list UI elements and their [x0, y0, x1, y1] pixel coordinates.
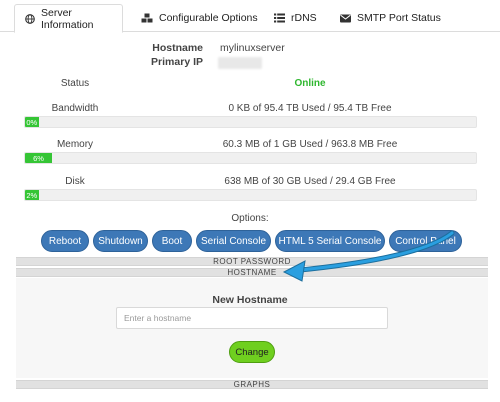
shutdown-button[interactable]: Shutdown [93, 230, 148, 252]
tab-label: SMTP Port Status [357, 12, 441, 24]
disk-progress-fill: 2% [25, 190, 39, 200]
memory-label: Memory [56, 139, 94, 150]
bandwidth-usage-text: 0 KB of 95.4 TB Used / 95.4 TB Free [228, 103, 392, 114]
new-hostname-label: New Hostname [212, 294, 288, 306]
tab-label: Server Information [41, 6, 94, 31]
globe-icon [25, 13, 35, 24]
tab-label: rDNS [291, 12, 317, 24]
disk-percent: 2% [26, 190, 38, 200]
disk-progress-bar: 2% [24, 189, 477, 201]
section-hostname[interactable]: HOSTNAME [16, 268, 488, 277]
control-panel-button[interactable]: Control Panel [389, 230, 462, 252]
memory-percent: 6% [33, 153, 44, 163]
tab-configurable-options[interactable]: Configurable Options [131, 4, 268, 32]
tab-smtp-port-status[interactable]: SMTP Port Status [330, 4, 451, 32]
options-title: Options: [231, 213, 269, 224]
status-value: Online [294, 78, 326, 89]
disk-usage-text: 638 MB of 30 GB Used / 29.4 GB Free [224, 176, 396, 187]
bandwidth-progress-bar: 0% [24, 116, 477, 128]
bandwidth-progress-fill: 0% [25, 117, 39, 127]
serial-console-button[interactable]: Serial Console [196, 230, 271, 252]
status-label: Status [60, 78, 90, 89]
tab-rdns[interactable]: rDNS [264, 4, 327, 32]
list-icon [274, 13, 285, 23]
disk-label: Disk [65, 176, 85, 187]
tab-server-information[interactable]: Server Information [14, 4, 123, 33]
memory-progress-bar: 6% [24, 152, 477, 164]
reboot-button[interactable]: Reboot [41, 230, 89, 252]
bandwidth-label: Bandwidth [51, 103, 99, 114]
memory-progress-fill: 6% [25, 153, 53, 163]
primary-ip-value-redacted [218, 57, 262, 69]
change-hostname-button[interactable]: Change [229, 341, 275, 363]
tab-bar: Server Information Configurable Options … [0, 0, 500, 33]
cubes-icon [141, 13, 153, 23]
section-graphs[interactable]: GRAPHS [16, 380, 488, 389]
primary-ip-label: Primary IP [151, 56, 203, 68]
section-root-password[interactable]: ROOT PASSWORD [16, 257, 488, 266]
hostname-label: Hostname [152, 42, 203, 54]
envelope-icon [340, 14, 351, 23]
bandwidth-percent: 0% [26, 117, 38, 127]
html5-serial-console-button[interactable]: HTML 5 Serial Console [275, 230, 385, 252]
tab-label: Configurable Options [159, 12, 258, 24]
new-hostname-input[interactable] [116, 307, 388, 329]
memory-usage-text: 60.3 MB of 1 GB Used / 963.8 MB Free [222, 139, 398, 150]
hostname-value: mylinuxserver [220, 42, 285, 54]
boot-button[interactable]: Boot [152, 230, 192, 252]
